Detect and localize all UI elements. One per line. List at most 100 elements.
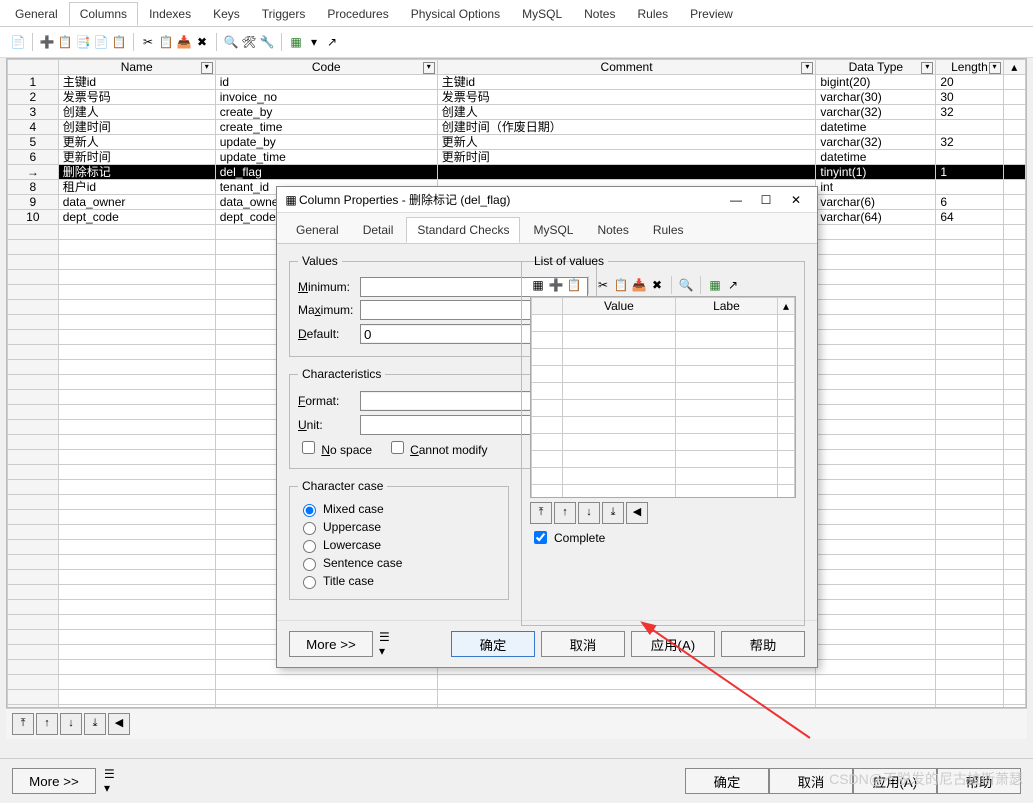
case-lowercase[interactable]: Lowercase xyxy=(298,537,500,553)
lov-up-icon[interactable]: ↑ xyxy=(554,502,576,524)
maximize-icon[interactable]: ☐ xyxy=(751,193,781,207)
nav-up-icon[interactable]: ↑ xyxy=(36,713,58,735)
table-row[interactable]: 5更新人update_by更新人varchar(32)32 xyxy=(8,135,1026,150)
menu-icon[interactable]: ☰ ▾ xyxy=(379,636,395,652)
export-icon[interactable]: ↗ xyxy=(725,277,741,293)
table-row[interactable]: 1主键idid主键idbigint(20)20 xyxy=(8,75,1026,90)
lov-row[interactable] xyxy=(532,332,795,349)
tool-icon[interactable]: 🛠 xyxy=(241,34,257,50)
table-row[interactable] xyxy=(8,705,1026,709)
lov-row[interactable] xyxy=(532,485,795,499)
cancel-button[interactable]: 取消 xyxy=(541,631,625,657)
col-comment[interactable]: Comment▾ xyxy=(437,60,816,75)
copy-icon[interactable]: 📋 xyxy=(158,34,174,50)
case-mixed-case[interactable]: Mixed case xyxy=(298,501,500,517)
nav-first-icon[interactable]: ⤒ xyxy=(12,713,34,735)
lov-grid-icon[interactable]: ▦ xyxy=(530,277,546,293)
more-button[interactable]: More >> xyxy=(289,631,373,657)
tab-general[interactable]: General xyxy=(4,2,69,26)
tool2-icon[interactable]: 🔧 xyxy=(259,34,275,50)
table-row[interactable]: 3创建人create_by创建人varchar(32)32 xyxy=(8,105,1026,120)
footer-more-button[interactable]: More >> xyxy=(12,768,96,794)
paste-icon[interactable]: 📥 xyxy=(631,277,647,293)
table-row[interactable]: 4创建时间create_time创建时间（作废日期）datetime xyxy=(8,120,1026,135)
delete-icon[interactable]: ✖ xyxy=(649,277,665,293)
menu-icon[interactable]: ☰ ▾ xyxy=(104,773,120,789)
footer-help-button[interactable]: 帮助 xyxy=(937,768,1021,794)
dlg-tab-mysql[interactable]: MySQL xyxy=(522,217,584,243)
lov-row[interactable] xyxy=(532,417,795,434)
lov-row[interactable] xyxy=(532,468,795,485)
tab-mysql[interactable]: MySQL xyxy=(511,2,573,26)
tab-procedures[interactable]: Procedures xyxy=(316,2,399,26)
lov-row[interactable] xyxy=(532,315,795,332)
dlg-tab-rules[interactable]: Rules xyxy=(642,217,695,243)
tab-rules[interactable]: Rules xyxy=(626,2,679,26)
nav-prev-icon[interactable]: ◀ xyxy=(108,713,130,735)
table-row[interactable]: 6更新时间update_time更新时间datetime xyxy=(8,150,1026,165)
lov-row[interactable] xyxy=(532,400,795,417)
col-data-type[interactable]: Data Type▾ xyxy=(816,60,936,75)
col-name[interactable]: Name▾ xyxy=(58,60,215,75)
lov-first-icon[interactable]: ⤒ xyxy=(530,502,552,524)
dup-icon[interactable]: 📄 xyxy=(93,34,109,50)
copy-icon[interactable]: 📋 xyxy=(613,277,629,293)
case-title-case[interactable]: Title case xyxy=(298,573,500,589)
cut-icon[interactable]: ✂ xyxy=(595,277,611,293)
help-button[interactable]: 帮助 xyxy=(721,631,805,657)
complete-check[interactable]: Complete xyxy=(530,528,796,547)
new-icon[interactable]: 📑 xyxy=(75,34,91,50)
dlg-tab-standard-checks[interactable]: Standard Checks xyxy=(406,217,520,243)
footer-apply-button[interactable]: 应用(A) xyxy=(853,768,937,794)
excel-icon[interactable]: ▦ xyxy=(707,277,723,293)
lov-last-icon[interactable]: ⤓ xyxy=(602,502,624,524)
table-row[interactable]: →删除标记del_flagtinyint(1)1 xyxy=(8,165,1026,180)
footer-cancel-button[interactable]: 取消 xyxy=(769,768,853,794)
apply-button[interactable]: 应用(A) xyxy=(631,631,715,657)
tab-physical-options[interactable]: Physical Options xyxy=(400,2,511,26)
nav-down-icon[interactable]: ↓ xyxy=(60,713,82,735)
footer-ok-button[interactable]: 确定 xyxy=(685,768,769,794)
paste-icon[interactable]: 📥 xyxy=(176,34,192,50)
lov-grid[interactable]: ValueLabe▴ xyxy=(531,297,795,498)
delete-icon[interactable]: ✖ xyxy=(194,34,210,50)
list-icon[interactable]: 📋 xyxy=(111,34,127,50)
case-uppercase[interactable]: Uppercase xyxy=(298,519,500,535)
tab-indexes[interactable]: Indexes xyxy=(138,2,202,26)
export-icon[interactable]: ↗ xyxy=(324,34,340,50)
table-row[interactable]: 2发票号码invoice_no发票号码varchar(30)30 xyxy=(8,90,1026,105)
dlg-tab-general[interactable]: General xyxy=(285,217,350,243)
chevron-down-icon[interactable]: ▾ xyxy=(306,34,322,50)
lov-insert-icon[interactable]: ➕ xyxy=(548,277,564,293)
lov-row[interactable] xyxy=(532,366,795,383)
tab-notes[interactable]: Notes xyxy=(573,2,626,26)
lov-row[interactable] xyxy=(532,451,795,468)
table-row[interactable] xyxy=(8,690,1026,705)
nav-last-icon[interactable]: ⤓ xyxy=(84,713,106,735)
props-icon[interactable]: 📄 xyxy=(10,34,26,50)
lov-prev-icon[interactable]: ◀ xyxy=(626,502,648,524)
cannotmodify-check[interactable]: Cannot modify xyxy=(387,438,488,457)
col-code[interactable]: Code▾ xyxy=(215,60,437,75)
find-icon[interactable]: 🔍 xyxy=(678,277,694,293)
insert-row-icon[interactable]: ➕ xyxy=(39,34,55,50)
cut-icon[interactable]: ✂ xyxy=(140,34,156,50)
tab-triggers[interactable]: Triggers xyxy=(251,2,317,26)
lov-row[interactable] xyxy=(532,349,795,366)
dlg-tab-detail[interactable]: Detail xyxy=(352,217,405,243)
col-length[interactable]: Length▾ xyxy=(936,60,1003,75)
tab-columns[interactable]: Columns xyxy=(69,2,138,26)
ok-button[interactable]: 确定 xyxy=(451,631,535,657)
tab-keys[interactable]: Keys xyxy=(202,2,251,26)
lov-down-icon[interactable]: ↓ xyxy=(578,502,600,524)
add-icon[interactable]: 📋 xyxy=(57,34,73,50)
table-row[interactable] xyxy=(8,675,1026,690)
excel-icon[interactable]: ▦ xyxy=(288,34,304,50)
lov-row[interactable] xyxy=(532,434,795,451)
lov-list-icon[interactable]: 📋 xyxy=(566,277,582,293)
find-icon[interactable]: 🔍 xyxy=(223,34,239,50)
close-icon[interactable]: ✕ xyxy=(781,193,811,207)
dlg-tab-notes[interactable]: Notes xyxy=(586,217,639,243)
minimize-icon[interactable]: — xyxy=(721,193,751,207)
tab-preview[interactable]: Preview xyxy=(679,2,744,26)
